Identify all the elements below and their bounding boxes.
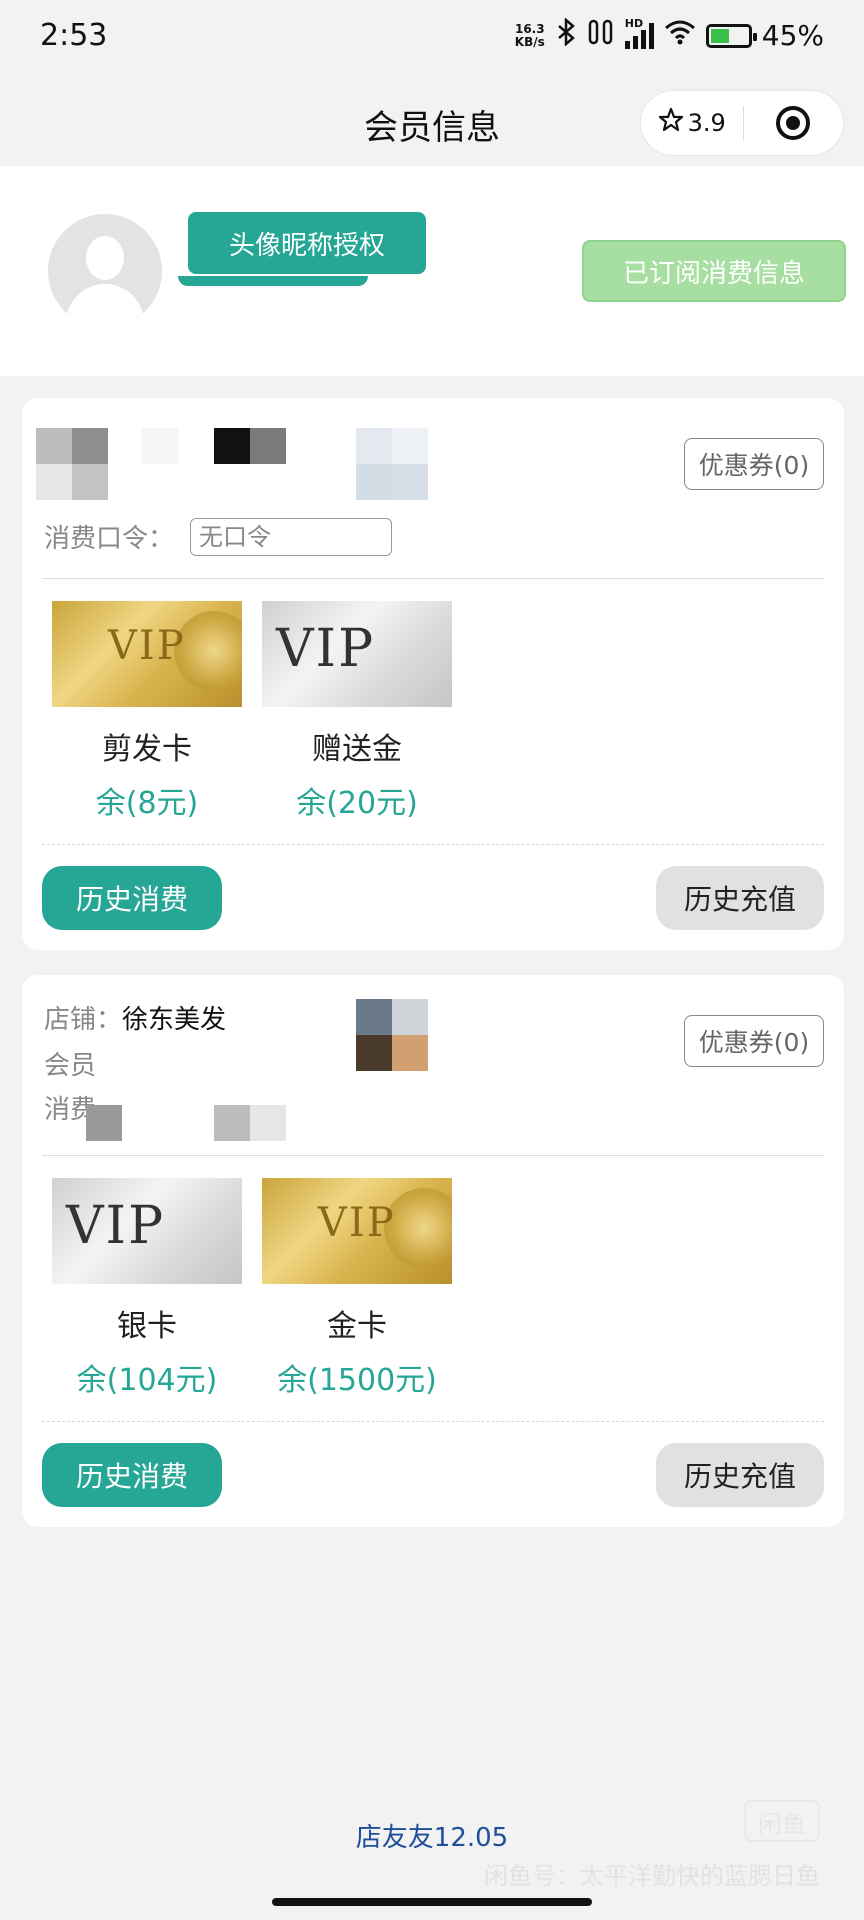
authorize-profile-button[interactable]: 头像昵称授权: [188, 212, 426, 274]
wifi-icon: [664, 19, 696, 52]
card-balance: 余(20元): [296, 786, 418, 821]
mosaic-block: [250, 428, 286, 464]
rating-value: 3.9: [687, 109, 726, 137]
close-mini-program-button[interactable]: [744, 106, 844, 140]
star-icon: [658, 107, 684, 139]
dashed-divider: [42, 1421, 824, 1422]
hd-label: HD: [624, 16, 644, 30]
vip-card-image[interactable]: VIP: [262, 1178, 452, 1284]
earbuds-icon: [587, 19, 615, 52]
member-card: 优惠券(0) 消费口令： 无口令 VIP VIP 剪发卡 赠送金 余(8元) 余…: [22, 398, 844, 950]
home-indicator[interactable]: [272, 1898, 592, 1906]
mosaic-block: [250, 1105, 286, 1141]
divider: [42, 1155, 824, 1156]
mosaic-block: [214, 1105, 250, 1141]
mosaic-block: [356, 1035, 392, 1071]
mosaic-block: [356, 999, 392, 1035]
history-consume-button[interactable]: 历史消费: [42, 1443, 222, 1507]
net-speed-unit: KB/s: [514, 34, 545, 49]
net-speed-value: 16.3: [514, 21, 545, 36]
divider: [42, 578, 824, 579]
mosaic-block: [356, 464, 392, 500]
status-time: 2:53: [40, 18, 108, 53]
card-balance: 余(1500元): [277, 1363, 437, 1398]
mosaic-block: [392, 428, 428, 464]
shop-name: 徐东美发: [122, 1005, 227, 1035]
password-label: 消费口令：: [44, 524, 175, 554]
nav-bar: 会员信息 3.9: [0, 78, 864, 166]
mini-program-capsule: 3.9: [640, 90, 844, 156]
vip-card-image[interactable]: VIP: [262, 601, 452, 707]
net-speed: 16.3 KB/s: [514, 21, 545, 49]
shop-label: 店铺：: [44, 1005, 123, 1035]
auth-button-tail: [178, 276, 368, 286]
mosaic-block: [392, 999, 428, 1035]
status-icons: 16.3 KB/s HD 45%: [514, 17, 824, 53]
app-version: 店友友12.05: [355, 1823, 509, 1853]
profile-header: 头像昵称授权 已订阅消费信息: [0, 166, 864, 376]
mosaic-block: [142, 428, 178, 464]
vip-card-image[interactable]: VIP: [52, 1178, 242, 1284]
mosaic-block: [392, 1035, 428, 1071]
coupon-button[interactable]: 优惠券(0): [684, 438, 824, 490]
battery-percent: 45%: [761, 19, 824, 52]
status-bar: 2:53 16.3 KB/s HD 45%: [0, 0, 864, 78]
cellular-signal-icon: HD: [624, 17, 654, 49]
mosaic-block: [392, 464, 428, 500]
card-balance: 余(8元): [95, 786, 199, 821]
card-name: 赠送金: [312, 732, 402, 767]
member-label: 会员: [44, 1051, 97, 1081]
mosaic-block: [214, 428, 250, 464]
dashed-divider: [42, 844, 824, 845]
subscribed-button[interactable]: 已订阅消费信息: [582, 240, 846, 302]
bluetooth-icon: [555, 17, 577, 53]
password-value: 无口令: [199, 523, 271, 551]
mosaic-block: [36, 464, 72, 500]
vip-card-image[interactable]: VIP: [52, 601, 242, 707]
card-name: 金卡: [327, 1309, 387, 1344]
target-icon: [776, 106, 811, 140]
battery-icon: [705, 23, 757, 48]
password-field[interactable]: 无口令: [190, 518, 392, 556]
history-recharge-button[interactable]: 历史充值: [656, 1443, 824, 1507]
card-balance: 余(104元): [76, 1363, 218, 1398]
history-recharge-button[interactable]: 历史充值: [656, 866, 824, 930]
history-consume-button[interactable]: 历史消费: [42, 866, 222, 930]
mosaic-block: [72, 428, 108, 464]
coupon-button[interactable]: 优惠券(0): [684, 1015, 824, 1067]
avatar[interactable]: [48, 214, 162, 328]
mosaic-block: [36, 428, 72, 464]
member-card: 店铺：徐东美发 会员 消费 优惠券(0) VIP VIP 银卡 金卡 余(104…: [22, 975, 844, 1527]
watermark-text: 闲鱼号：太平洋勤快的蓝腮日鱼: [484, 1862, 820, 1890]
mosaic-block: [72, 464, 108, 500]
mosaic-block: [86, 1105, 122, 1141]
shop-row: 店铺：徐东美发: [44, 999, 226, 1036]
card-name: 剪发卡: [102, 732, 192, 767]
card-name: 银卡: [117, 1309, 177, 1344]
mosaic-block: [356, 428, 392, 464]
rating-button[interactable]: 3.9: [641, 107, 743, 139]
